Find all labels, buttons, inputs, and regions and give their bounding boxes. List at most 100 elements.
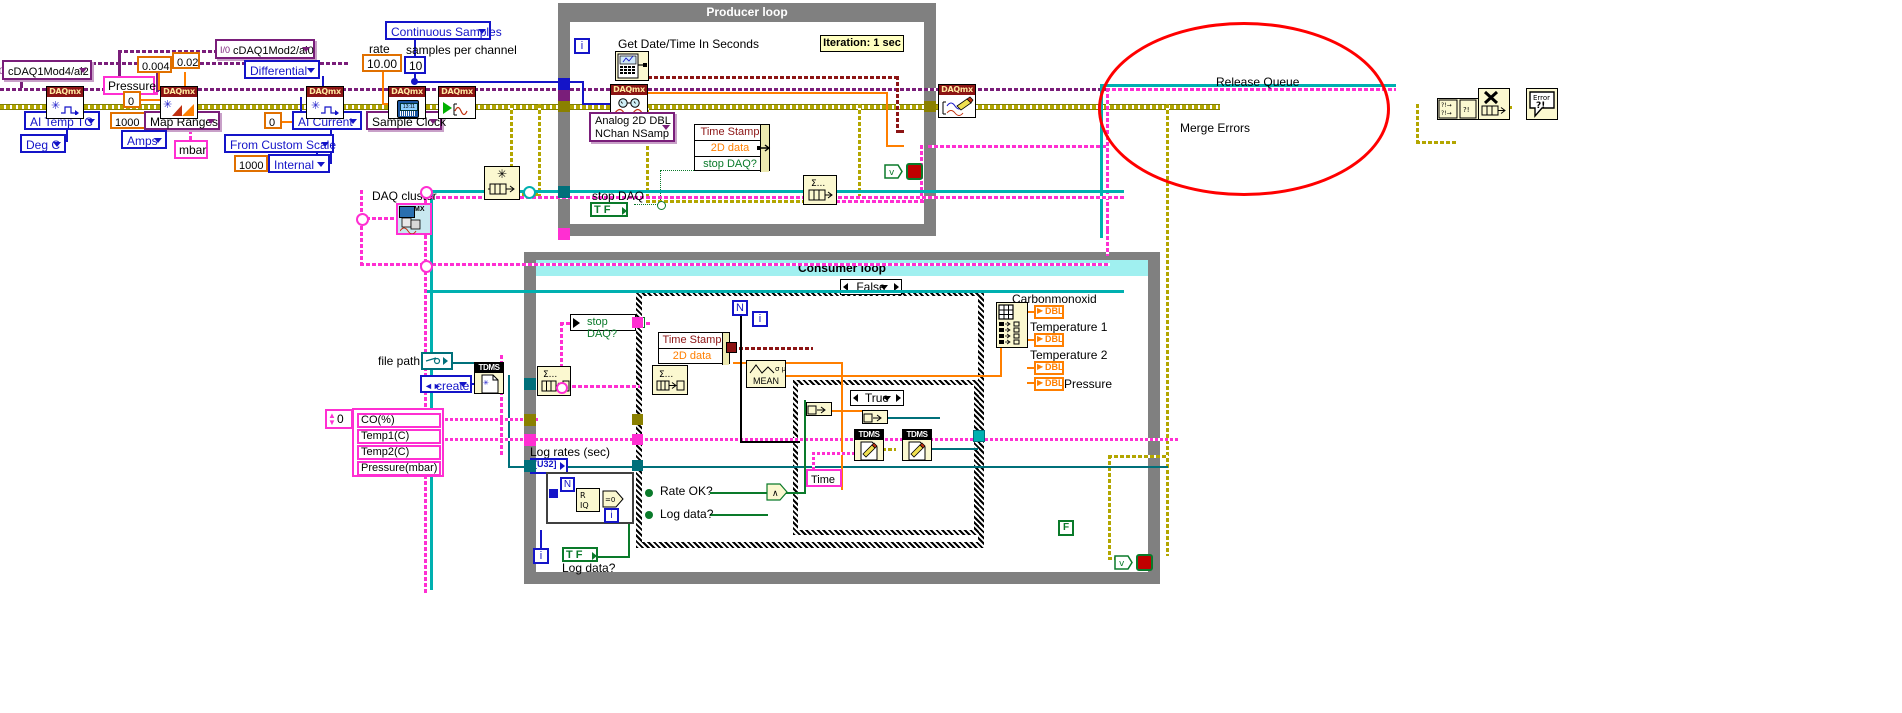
- log-data-bottom-constant[interactable]: T F: [562, 547, 598, 562]
- producer-stop-button-terminal[interactable]: [906, 163, 923, 180]
- current-channel-control[interactable]: I/0 cDAQ1Mod2/ai0: [215, 39, 315, 59]
- current-min-constant[interactable]: 0: [264, 112, 282, 129]
- read-instance-selector[interactable]: Analog 2D DBL NChan NSamp: [589, 112, 675, 142]
- time-string-constant[interactable]: Time: [806, 469, 842, 487]
- dbl-arrow-icon-1: ▶: [1037, 334, 1044, 343]
- junction-queue-1: [420, 186, 433, 199]
- channel-name-value-3: Pressure(mbar): [361, 462, 438, 474]
- scaled-max-value: 1000: [115, 117, 140, 129]
- daqmx-create-channel-current-node[interactable]: DAQmx ✳: [306, 86, 344, 119]
- svg-text:σ μ: σ μ: [775, 365, 786, 373]
- channel-name-value-2: Temp2(C): [361, 446, 410, 458]
- consumer-false-constant[interactable]: F: [1058, 520, 1074, 536]
- release-queue-node[interactable]: [1478, 88, 1510, 120]
- from-custom-scale-enum[interactable]: From Custom Scale: [224, 134, 336, 153]
- channel-name-item-0[interactable]: CO(%): [357, 413, 441, 428]
- quotient-remainder-node[interactable]: R IQ: [576, 488, 600, 512]
- enqueue-element-node[interactable]: Σ...: [803, 175, 837, 205]
- obtain-queue-node[interactable]: ✳: [484, 166, 520, 200]
- inner-build-array-node[interactable]: [806, 402, 832, 416]
- unit-constant[interactable]: mbar: [174, 140, 208, 159]
- tdms-write-node-2[interactable]: TDMS: [902, 429, 932, 461]
- release-queue-label: Release Queue: [1216, 75, 1300, 89]
- current-max-constant[interactable]: 1000: [234, 155, 268, 172]
- scaled-max-constant[interactable]: 1000: [110, 112, 146, 129]
- differential-enum[interactable]: Differential: [244, 60, 320, 79]
- channel-name-item-2[interactable]: Temp2(C): [357, 445, 441, 460]
- wire-error-consumer-bottom: [1108, 455, 1168, 458]
- tunnel-consumer-cyan: [524, 378, 536, 390]
- and-gate-node[interactable]: ∧: [766, 483, 788, 501]
- deg-c-enum[interactable]: Deg C: [20, 134, 66, 153]
- samples-per-channel-constant[interactable]: 10: [404, 56, 426, 74]
- inner-case-left-arrow[interactable]: [853, 394, 858, 402]
- producer-loop-condition-terminal[interactable]: v: [884, 163, 904, 180]
- daq-cluster-control[interactable]: MX: [396, 203, 432, 235]
- consumer-stop-button-terminal[interactable]: [1136, 554, 1153, 571]
- mean-node[interactable]: σ μ MEAN: [746, 360, 786, 388]
- amps-enum[interactable]: Amps: [121, 130, 167, 149]
- daqmx-clear-task-node[interactable]: DAQmx: [938, 84, 976, 118]
- tdms-open-mode-enum[interactable]: ◄► create: [420, 375, 472, 393]
- wire-tdms-teal-h: [508, 466, 1168, 468]
- inner-case-right-arrow[interactable]: [896, 394, 901, 402]
- merge-errors-node[interactable]: ?!→ ?!→ ?!: [1437, 98, 1479, 120]
- daqmx-create-channel-temp-node[interactable]: DAQmx ✳: [46, 86, 84, 119]
- junction-queue-2: [420, 260, 433, 273]
- samples-per-channel-value: 10: [409, 59, 423, 73]
- merge-errors-label: Merge Errors: [1180, 121, 1251, 135]
- consumer-unbundle-cluster[interactable]: Time Stamp 2D data: [658, 332, 730, 365]
- unbundle-by-name-node[interactable]: [996, 302, 1028, 348]
- unbundle-output-indicator-0[interactable]: ▶ DBL: [1034, 305, 1064, 319]
- tdms-write-header-2: TDMS: [903, 430, 931, 440]
- inner-array-node-2[interactable]: [862, 410, 888, 424]
- file-path-control[interactable]: [421, 352, 453, 370]
- index-stepper-icon[interactable]: ▲ ▼: [328, 412, 336, 427]
- unbundle-output-indicator-1[interactable]: ▶ DBL: [1034, 333, 1064, 347]
- current-max-value: 1000: [239, 160, 264, 172]
- rate-ok-terminal: [645, 489, 653, 497]
- consumer-iteration-terminal: i: [752, 311, 768, 327]
- get-datetime-node[interactable]: [615, 51, 649, 81]
- get-datetime-label: Get Date/Time In Seconds: [618, 37, 759, 51]
- pre-scaled-max-constant[interactable]: 0.02: [172, 52, 200, 69]
- svg-text:✳: ✳: [483, 379, 489, 387]
- highlight-ellipse: [1098, 22, 1390, 196]
- channel-name-item-1[interactable]: Temp1(C): [357, 429, 441, 444]
- simple-error-handler-node[interactable]: Error ?!: [1526, 88, 1558, 120]
- channel-names-array[interactable]: CO(%) Temp1(C) Temp2(C) Pressure(mbar): [352, 408, 444, 477]
- rate-constant[interactable]: 10.00: [362, 54, 402, 72]
- tdms-open-node[interactable]: TDMS ✳: [474, 362, 504, 394]
- daqmx-node-header: DAQmx: [939, 85, 975, 95]
- daqmx-start-task-node[interactable]: DAQmx: [438, 86, 476, 119]
- producer-cluster-item-1: 2D data: [695, 140, 765, 157]
- producer-loop-banner-label: Producer loop: [706, 5, 788, 19]
- consumer-stop-daq-indicator[interactable]: stop DAQ?: [570, 314, 636, 340]
- consumer-inner-case-selector[interactable]: True: [850, 390, 904, 406]
- consumer-stop-daq-arrow: [573, 318, 580, 328]
- continuous-samples-enum[interactable]: Continuous Samples: [385, 21, 502, 40]
- svg-text:=0: =0: [605, 496, 615, 504]
- inner-case-dropdown-icon[interactable]: [883, 396, 891, 401]
- internal-enum[interactable]: Internal: [268, 154, 330, 173]
- daqmx-create-scale-node[interactable]: DAQmx ✳: [160, 86, 198, 119]
- daqmx-timing-node[interactable]: DAQmx 13:11: [388, 86, 426, 119]
- channel-name-item-3[interactable]: Pressure(mbar): [357, 461, 441, 476]
- consumer-unbundle-terminal: [726, 342, 737, 353]
- wire-queue-down-to-consumer: [1106, 230, 1109, 256]
- index-constant[interactable]: ▲ ▼ 0: [325, 409, 353, 429]
- unbundle-output-indicator-3[interactable]: ▶ DBL: [1034, 377, 1064, 391]
- unbundle-output-indicator-2[interactable]: ▶ DBL: [1034, 361, 1064, 375]
- pre-scaled-min-constant[interactable]: 0.004: [137, 56, 172, 73]
- daqmx-node-header: DAQmx: [161, 87, 197, 97]
- dbl-label-1: DBL: [1045, 334, 1064, 344]
- scaled-min-constant[interactable]: 0: [123, 91, 141, 108]
- array-index-node[interactable]: Σ...: [652, 365, 688, 395]
- consumer-loop-condition-terminal[interactable]: v: [1114, 554, 1134, 571]
- tdms-write-node-1[interactable]: TDMS: [854, 429, 884, 461]
- equal-zero-node[interactable]: =0: [602, 490, 624, 508]
- temp-channel-control[interactable]: I/0 cDAQ1Mod4/ai2: [0, 60, 92, 80]
- log-rates-type-label: [U32]: [534, 459, 557, 469]
- producer-stop-daq-constant[interactable]: T F: [590, 202, 628, 217]
- svg-text:∧: ∧: [772, 489, 779, 499]
